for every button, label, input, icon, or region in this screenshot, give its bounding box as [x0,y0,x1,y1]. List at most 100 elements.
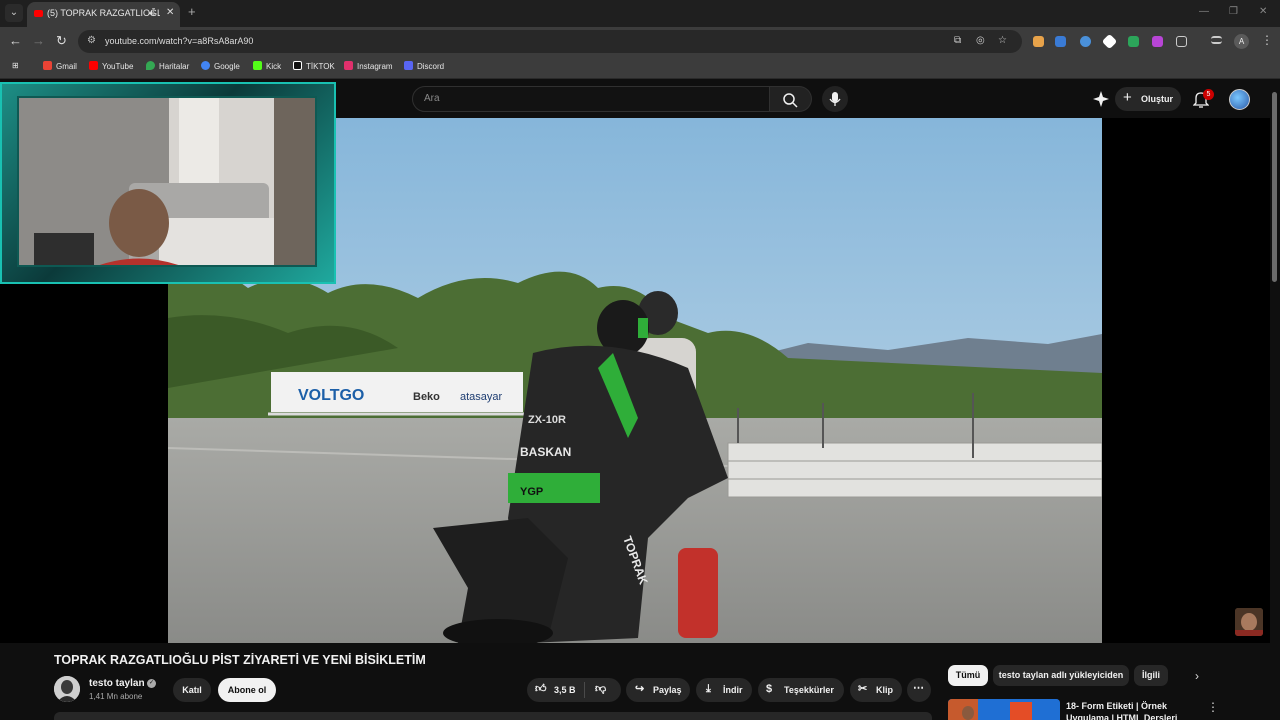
bookmark-google[interactable]: Google [201,61,240,71]
recommendation-thumbnail-image [948,699,1060,720]
extension-6-icon[interactable] [1152,36,1163,47]
search-placeholder: Ara [424,93,440,104]
bookmark-maps[interactable]: Haritalar [146,61,189,71]
share-arrow-icon: ↪ [635,683,645,695]
screen: ⌄ (5) TOPRAK RAZGATLIOĞLU 🔊︎ ✕ + — ❐ ✕ ←… [0,0,1280,720]
banner-text-beko: Beko [413,391,440,403]
recommendation-title[interactable]: 18- Form Etiketi | Örnek Uygulama | HTML… [1066,700,1196,720]
verified-check-icon: ✓ [147,679,156,688]
download-label: İndir [723,685,743,695]
back-icon[interactable]: ← [9,33,22,49]
channel-name[interactable]: testo taylan [89,678,145,689]
like-thumb-up-icon[interactable]: 👍︎ [535,683,547,696]
thanks-button[interactable]: $ Teşekkürler [758,678,844,702]
extension-1-icon[interactable] [1033,36,1044,47]
browser-profile-avatar[interactable]: A [1234,34,1249,49]
tab-title: (5) TOPRAK RAZGATLIOĞLU [47,8,160,18]
browser-tab-strip: ⌄ (5) TOPRAK RAZGATLIOĞLU 🔊︎ ✕ + — ❐ ✕ [0,0,1280,27]
like-divider [584,682,585,698]
channel-avatar[interactable] [54,676,80,702]
bookmark-youtube[interactable]: YouTube [89,61,133,71]
more-actions-button[interactable]: ⋯ [907,678,931,702]
subscriber-count: 1,41 Mn abone [89,692,143,701]
banner-text-voltgo: VOLTGO [298,387,364,404]
create-button[interactable]: + Oluştur [1115,87,1181,111]
clip-button[interactable]: ✂ Klip [850,678,902,702]
address-bar[interactable]: ⚙ youtube.com/watch?v=a8RsA8arA90 ⧉ ◎ ☆ [78,30,1022,53]
search-input[interactable]: Ara [412,86,770,112]
browser-menu-icon[interactable]: ⋮ [1261,33,1273,47]
install-app-icon[interactable]: ⧉ [954,35,961,46]
browser-tab-active[interactable]: (5) TOPRAK RAZGATLIOĞLU 🔊︎ ✕ [27,2,180,27]
extension-5-icon[interactable] [1128,36,1139,47]
tab-close-icon[interactable]: ✕ [166,7,174,18]
extensions-puzzle-icon[interactable] [1176,36,1187,47]
maximize-icon[interactable]: ❐ [1229,6,1238,17]
maps-pin-icon [146,61,155,70]
subscribe-button[interactable]: Abone ol [218,678,276,702]
description-box[interactable] [54,712,932,720]
streamer-face-image [1235,608,1263,636]
search-icon [783,93,798,108]
tracking-protection-icon[interactable]: ◎ [976,35,985,46]
window-close-icon[interactable]: ✕ [1259,6,1267,17]
reload-icon[interactable]: ↻ [56,33,67,49]
download-button[interactable]: ⤓ İndir [696,678,752,702]
recommendation-menu-icon[interactable]: ⋮ [1207,700,1219,714]
site-info-icon[interactable]: ⚙ [87,35,96,46]
forward-icon[interactable]: → [32,33,45,49]
scissors-icon: ✂ [858,683,868,695]
voice-search-button[interactable] [822,86,848,112]
bookmark-discord[interactable]: Discord [404,61,444,71]
discord-icon [404,61,413,70]
webcam-feed-image [17,96,317,267]
search-button[interactable] [770,86,812,112]
recommendation-thumbnail[interactable] [948,699,1060,720]
bookmark-tiktok[interactable]: TİKTOK [293,61,335,71]
page-scrollbar-thumb[interactable] [1272,92,1277,282]
clip-label: Klip [876,685,893,695]
instagram-icon [344,61,353,70]
bookmark-kick[interactable]: Kick [253,61,281,71]
ai-sparkle-button[interactable] [1092,90,1110,113]
media-controls-icon[interactable] [1211,36,1222,44]
bookmark-instagram[interactable]: Instagram [344,61,393,71]
microphone-icon [829,92,841,106]
share-button[interactable]: ↪ Paylaş [626,678,690,702]
download-icon: ⤓ [706,683,711,695]
share-label: Paylaş [653,685,682,695]
chip-from-uploader[interactable]: testo taylan adlı yükleyiciden [993,665,1129,686]
dislike-thumb-down-icon[interactable]: 👎︎ [595,683,606,696]
extension-3-icon[interactable] [1080,36,1091,47]
video-title: TOPRAK RAZGATLIOĞLU PİST ZİYARETİ VE YEN… [54,653,426,667]
bookmark-star-icon[interactable]: ☆ [998,35,1007,46]
more-horizontal-icon: ⋯ [913,682,924,694]
notification-count-badge: 5 [1203,89,1214,100]
rider-text-ygp: YGP [520,486,543,498]
chip-all[interactable]: Tümü [948,665,988,686]
minimize-icon[interactable]: — [1199,6,1209,17]
chips-next-chevron-icon[interactable]: › [1195,669,1199,683]
youtube-icon [89,61,98,70]
create-label: Oluştur [1141,94,1174,104]
chip-related[interactable]: İlgili [1134,665,1168,686]
super-thanks-icon: $ [766,683,773,695]
account-avatar[interactable] [1229,89,1250,110]
google-icon [201,61,210,70]
tiktok-icon [293,61,302,70]
bookmarks-bar: ⊞ Gmail YouTube Haritalar Google Kick Tİ… [0,56,1280,79]
sparkle-icon [1093,91,1109,107]
apps-grid-icon[interactable]: ⊞ [12,61,19,70]
like-count[interactable]: 3,5 B [554,685,576,695]
url-text: youtube.com/watch?v=a8RsA8arA90 [105,36,254,46]
banner-text-atasayar: atasayar [460,391,503,403]
gmail-icon [43,61,52,70]
extension-2-icon[interactable] [1055,36,1066,47]
channel-avatar-image [54,676,80,702]
join-button[interactable]: Katıl [173,678,211,702]
webcam-scene-image [19,98,315,265]
tab-search-button[interactable]: ⌄ [5,4,23,22]
tab-audio-icon[interactable]: 🔊︎ [149,8,155,19]
bookmark-gmail[interactable]: Gmail [43,61,77,71]
new-tab-button[interactable]: + [188,5,196,19]
